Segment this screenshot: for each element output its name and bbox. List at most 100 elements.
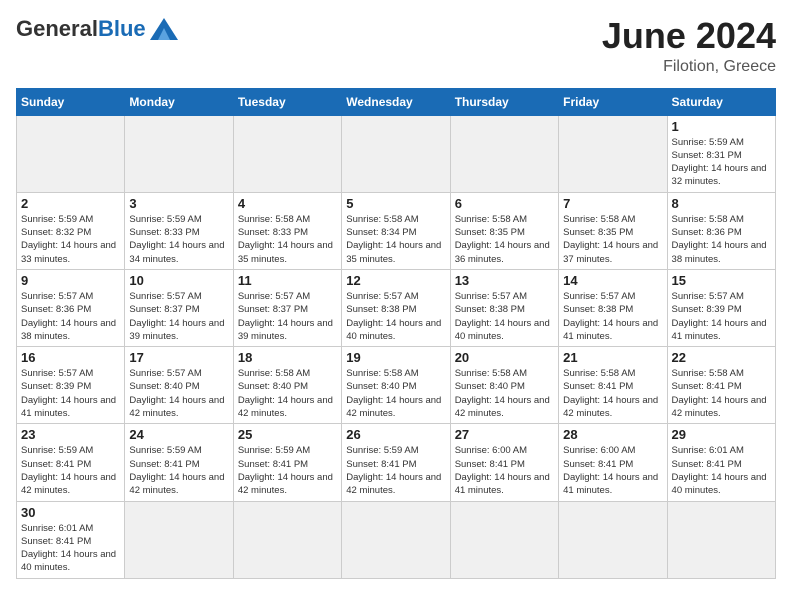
day-info: Sunrise: 5:57 AM Sunset: 8:37 PM Dayligh… xyxy=(238,290,337,343)
day-info: Sunrise: 5:58 AM Sunset: 8:40 PM Dayligh… xyxy=(238,367,337,420)
day-number: 10 xyxy=(129,273,228,288)
day-info: Sunrise: 5:59 AM Sunset: 8:41 PM Dayligh… xyxy=(21,444,120,497)
day-number: 26 xyxy=(346,427,445,442)
day-number: 30 xyxy=(21,505,120,520)
calendar-cell: 11Sunrise: 5:57 AM Sunset: 8:37 PM Dayli… xyxy=(233,269,341,346)
day-info: Sunrise: 5:57 AM Sunset: 8:38 PM Dayligh… xyxy=(455,290,554,343)
day-of-week-header: Friday xyxy=(559,88,667,115)
day-number: 29 xyxy=(672,427,771,442)
calendar-cell: 7 Sunrise: 5:58 AM Sunset: 8:35 PM Daylig… xyxy=(559,192,667,269)
calendar-week-row: 1 Sunrise: 5:59 AM Sunset: 8:31 PM Daylig… xyxy=(17,115,776,192)
calendar-week-row: 16 Sunrise: 5:57 AM Sunset: 8:39 PM Dayli… xyxy=(17,347,776,424)
calendar-cell: 27Sunrise: 6:00 AM Sunset: 8:41 PM Dayli… xyxy=(450,424,558,501)
calendar-cell xyxy=(667,501,775,578)
day-info: Sunrise: 5:59 AM Sunset: 8:33 PM Dayligh… xyxy=(129,213,228,266)
calendar-cell: 18 Sunrise: 5:58 AM Sunset: 8:40 PM Dayli… xyxy=(233,347,341,424)
day-number: 2 xyxy=(21,196,120,211)
day-number: 1 xyxy=(672,119,771,134)
day-number: 24 xyxy=(129,427,228,442)
day-info: Sunrise: 5:58 AM Sunset: 8:35 PM Dayligh… xyxy=(563,213,662,266)
day-info: Sunrise: 5:57 AM Sunset: 8:39 PM Dayligh… xyxy=(21,367,120,420)
calendar-cell: 17 Sunrise: 5:57 AM Sunset: 8:40 PM Dayli… xyxy=(125,347,233,424)
logo-blue-text: Blue xyxy=(98,16,146,42)
day-number: 5 xyxy=(346,196,445,211)
calendar-table: SundayMondayTuesdayWednesdayThursdayFrid… xyxy=(16,88,776,579)
day-info: Sunrise: 6:01 AM Sunset: 8:41 PM Dayligh… xyxy=(21,522,120,575)
day-of-week-header: Saturday xyxy=(667,88,775,115)
calendar-cell: 14 Sunrise: 5:57 AM Sunset: 8:38 PM Dayli… xyxy=(559,269,667,346)
day-info: Sunrise: 5:57 AM Sunset: 8:37 PM Dayligh… xyxy=(129,290,228,343)
logo-area: General Blue xyxy=(16,16,178,42)
day-number: 16 xyxy=(21,350,120,365)
calendar-cell: 8Sunrise: 5:58 AM Sunset: 8:36 PM Daylig… xyxy=(667,192,775,269)
day-number: 21 xyxy=(563,350,662,365)
day-info: Sunrise: 6:01 AM Sunset: 8:41 PM Dayligh… xyxy=(672,444,771,497)
calendar-cell xyxy=(17,115,125,192)
day-number: 3 xyxy=(129,196,228,211)
day-info: Sunrise: 5:59 AM Sunset: 8:41 PM Dayligh… xyxy=(346,444,445,497)
calendar-cell: 30 Sunrise: 6:01 AM Sunset: 8:41 PM Dayli… xyxy=(17,501,125,578)
calendar-cell: 10 Sunrise: 5:57 AM Sunset: 8:37 PM Dayli… xyxy=(125,269,233,346)
day-of-week-header: Wednesday xyxy=(342,88,450,115)
calendar-cell: 26 Sunrise: 5:59 AM Sunset: 8:41 PM Dayli… xyxy=(342,424,450,501)
calendar-week-row: 30 Sunrise: 6:01 AM Sunset: 8:41 PM Dayli… xyxy=(17,501,776,578)
day-info: Sunrise: 5:57 AM Sunset: 8:38 PM Dayligh… xyxy=(346,290,445,343)
day-number: 4 xyxy=(238,196,337,211)
calendar-cell: 16 Sunrise: 5:57 AM Sunset: 8:39 PM Dayli… xyxy=(17,347,125,424)
calendar-cell: 9Sunrise: 5:57 AM Sunset: 8:36 PM Daylig… xyxy=(17,269,125,346)
logo-general-text: General xyxy=(16,16,98,42)
day-number: 15 xyxy=(672,273,771,288)
day-info: Sunrise: 5:57 AM Sunset: 8:38 PM Dayligh… xyxy=(563,290,662,343)
day-info: Sunrise: 5:58 AM Sunset: 8:33 PM Dayligh… xyxy=(238,213,337,266)
day-info: Sunrise: 5:57 AM Sunset: 8:40 PM Dayligh… xyxy=(129,367,228,420)
day-number: 23 xyxy=(21,427,120,442)
logo-icon xyxy=(150,18,178,40)
calendar-cell xyxy=(342,115,450,192)
calendar-cell xyxy=(450,115,558,192)
day-number: 12 xyxy=(346,273,445,288)
calendar-cell: 13 Sunrise: 5:57 AM Sunset: 8:38 PM Dayli… xyxy=(450,269,558,346)
calendar-cell: 25Sunrise: 5:59 AM Sunset: 8:41 PM Dayli… xyxy=(233,424,341,501)
day-number: 17 xyxy=(129,350,228,365)
day-of-week-header: Sunday xyxy=(17,88,125,115)
day-number: 6 xyxy=(455,196,554,211)
day-info: Sunrise: 6:00 AM Sunset: 8:41 PM Dayligh… xyxy=(455,444,554,497)
calendar-cell: 6 Sunrise: 5:58 AM Sunset: 8:35 PM Daylig… xyxy=(450,192,558,269)
calendar-cell: 4 Sunrise: 5:58 AM Sunset: 8:33 PM Daylig… xyxy=(233,192,341,269)
day-info: Sunrise: 5:58 AM Sunset: 8:34 PM Dayligh… xyxy=(346,213,445,266)
day-number: 18 xyxy=(238,350,337,365)
calendar-header-row: SundayMondayTuesdayWednesdayThursdayFrid… xyxy=(17,88,776,115)
calendar-cell: 23 Sunrise: 5:59 AM Sunset: 8:41 PM Dayli… xyxy=(17,424,125,501)
day-of-week-header: Monday xyxy=(125,88,233,115)
day-number: 14 xyxy=(563,273,662,288)
day-info: Sunrise: 5:59 AM Sunset: 8:31 PM Dayligh… xyxy=(672,136,771,189)
calendar-cell xyxy=(125,115,233,192)
calendar-week-row: 9Sunrise: 5:57 AM Sunset: 8:36 PM Daylig… xyxy=(17,269,776,346)
calendar-cell: 19Sunrise: 5:58 AM Sunset: 8:40 PM Dayli… xyxy=(342,347,450,424)
calendar-cell xyxy=(233,115,341,192)
location-subtitle: Filotion, Greece xyxy=(602,58,776,76)
calendar-cell: 24Sunrise: 5:59 AM Sunset: 8:41 PM Dayli… xyxy=(125,424,233,501)
day-info: Sunrise: 6:00 AM Sunset: 8:41 PM Dayligh… xyxy=(563,444,662,497)
day-number: 13 xyxy=(455,273,554,288)
calendar-cell xyxy=(342,501,450,578)
calendar-cell: 5 Sunrise: 5:58 AM Sunset: 8:34 PM Daylig… xyxy=(342,192,450,269)
day-number: 7 xyxy=(563,196,662,211)
calendar-cell xyxy=(450,501,558,578)
day-info: Sunrise: 5:59 AM Sunset: 8:32 PM Dayligh… xyxy=(21,213,120,266)
day-info: Sunrise: 5:57 AM Sunset: 8:36 PM Dayligh… xyxy=(21,290,120,343)
day-number: 28 xyxy=(563,427,662,442)
calendar-cell: 15Sunrise: 5:57 AM Sunset: 8:39 PM Dayli… xyxy=(667,269,775,346)
day-of-week-header: Thursday xyxy=(450,88,558,115)
calendar-cell: 1 Sunrise: 5:59 AM Sunset: 8:31 PM Daylig… xyxy=(667,115,775,192)
day-number: 20 xyxy=(455,350,554,365)
calendar-cell xyxy=(125,501,233,578)
calendar-week-row: 23 Sunrise: 5:59 AM Sunset: 8:41 PM Dayli… xyxy=(17,424,776,501)
day-info: Sunrise: 5:58 AM Sunset: 8:41 PM Dayligh… xyxy=(672,367,771,420)
calendar-cell xyxy=(559,501,667,578)
calendar-week-row: 2 Sunrise: 5:59 AM Sunset: 8:32 PM Daylig… xyxy=(17,192,776,269)
day-info: Sunrise: 5:58 AM Sunset: 8:40 PM Dayligh… xyxy=(346,367,445,420)
day-info: Sunrise: 5:58 AM Sunset: 8:35 PM Dayligh… xyxy=(455,213,554,266)
calendar-cell: 21 Sunrise: 5:58 AM Sunset: 8:41 PM Dayli… xyxy=(559,347,667,424)
day-info: Sunrise: 5:58 AM Sunset: 8:41 PM Dayligh… xyxy=(563,367,662,420)
